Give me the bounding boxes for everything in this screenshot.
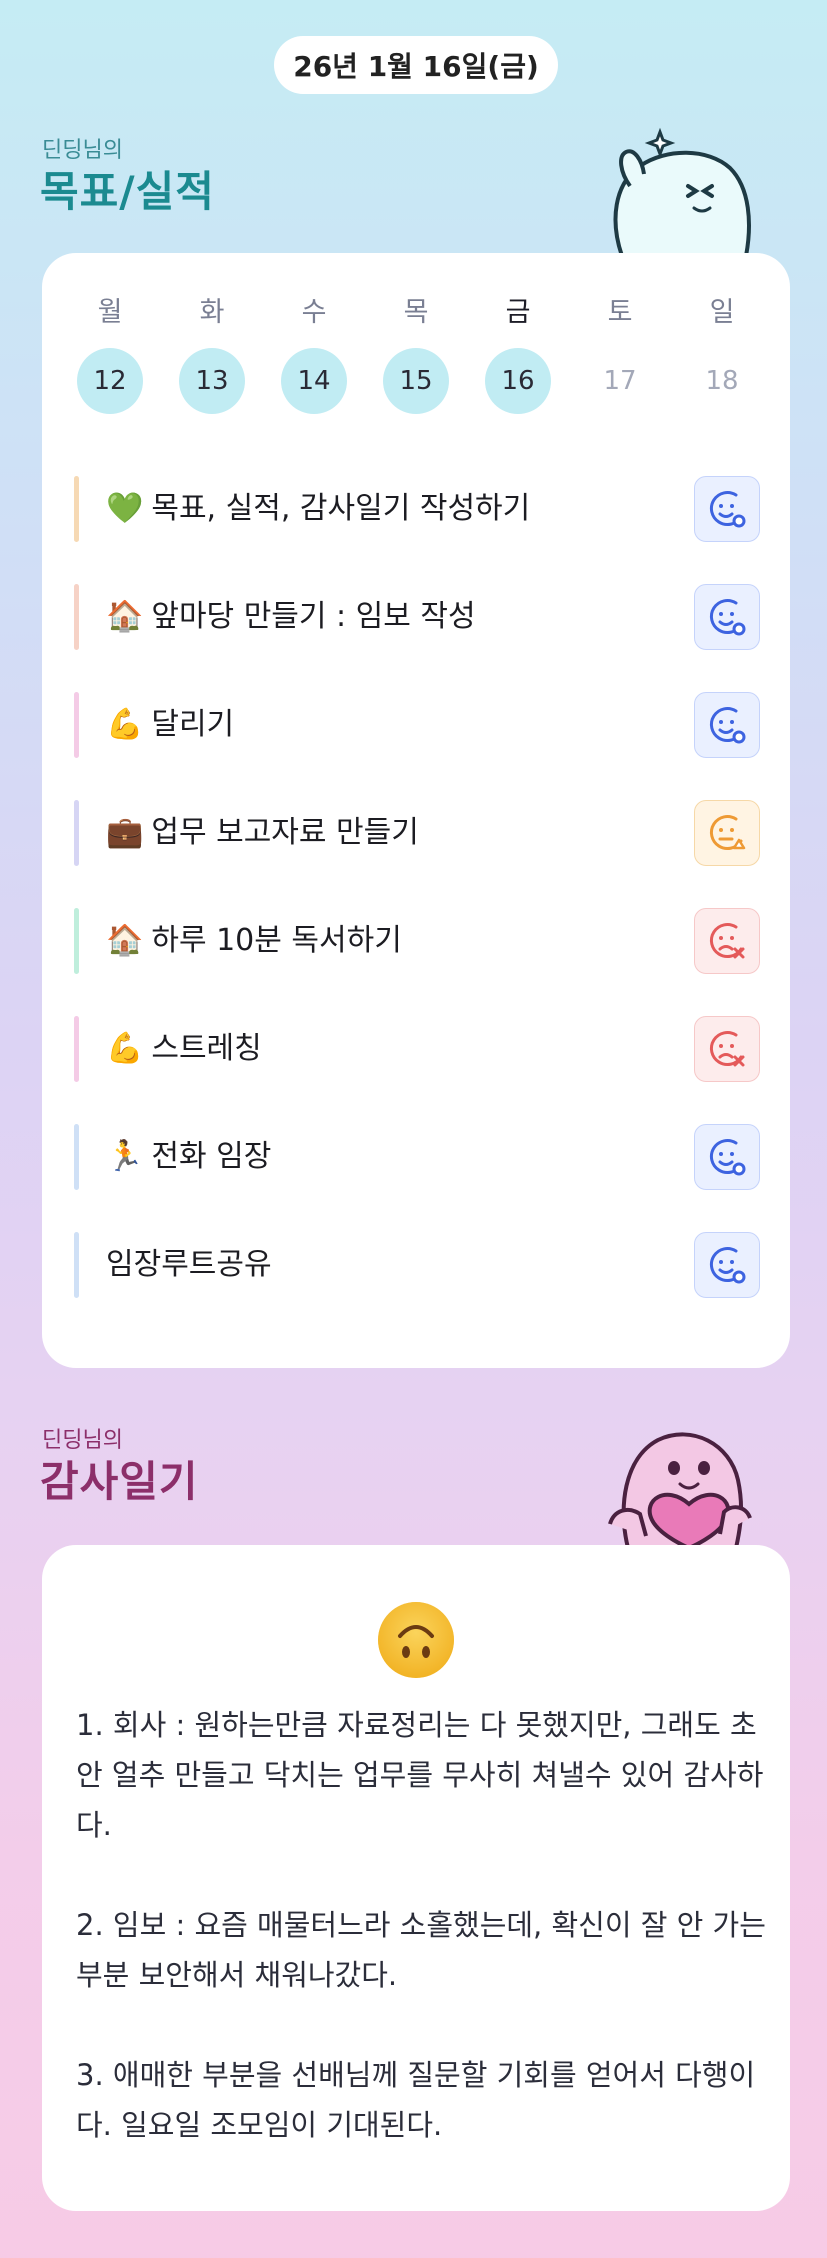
goal-status-button[interactable] xyxy=(694,908,760,974)
goal-emoji-icon: 🏠 xyxy=(106,923,144,958)
goal-color-bar xyxy=(74,800,79,866)
goal-label: 달리기 xyxy=(151,707,235,742)
day-label: 토 xyxy=(607,297,633,328)
day-number[interactable]: 15 xyxy=(383,348,449,414)
mint-mascot-illustration xyxy=(613,127,751,256)
goal-label: 앞마당 만들기 : 임보 작성 xyxy=(151,599,476,634)
day-sat[interactable]: 토 17 xyxy=(586,293,654,414)
date-pill[interactable]: 26년 1월 16일(금) xyxy=(274,36,558,94)
goal-emoji-icon: 💼 xyxy=(106,815,144,850)
goal-color-bar xyxy=(74,1016,79,1082)
day-number[interactable]: 14 xyxy=(281,348,347,414)
day-sun[interactable]: 일 18 xyxy=(688,293,756,414)
goal-color-bar xyxy=(74,1232,79,1298)
goal-emoji-icon: 💚 xyxy=(106,491,144,526)
day-fri[interactable]: 금 16 xyxy=(484,293,552,414)
smile-check-icon xyxy=(709,707,746,744)
sad-x-icon xyxy=(709,923,745,959)
goal-status-button[interactable] xyxy=(694,1016,760,1082)
goal-text-wrap: 💚 목표, 실적, 감사일기 작성하기 xyxy=(106,472,530,546)
day-number[interactable]: 16 xyxy=(485,348,551,414)
goal-text-wrap: 🏠 앞마당 만들기 : 임보 작성 xyxy=(106,580,476,654)
goal-row[interactable]: 🏠 하루 10분 독서하기 xyxy=(74,904,760,978)
sad-x-icon xyxy=(709,1031,745,1067)
date-label: 26년 1월 16일(금) xyxy=(293,50,539,83)
goal-row[interactable]: 🏠 앞마당 만들기 : 임보 작성 xyxy=(74,580,760,654)
goal-status-button[interactable] xyxy=(694,800,760,866)
goal-emoji-icon: 💪 xyxy=(106,707,144,742)
day-tue[interactable]: 화 13 xyxy=(178,293,246,414)
diary-paragraph-2: 2. 임보 : 요즘 매물터느라 소홀했는데, 확신이 잘 안 가는 부분 보안… xyxy=(76,1908,766,1992)
day-label: 금 xyxy=(505,297,531,328)
week-day-strip: 월 12 화 13 수 14 목 15 금 16 토 17 일 18 xyxy=(76,293,756,414)
upside-down-face-icon xyxy=(378,1602,454,1678)
goal-label: 임장루트공유 xyxy=(106,1247,272,1282)
smile-check-icon xyxy=(709,1247,746,1284)
smile-check-icon xyxy=(709,491,746,528)
goals-card: 월 12 화 13 수 14 목 15 금 16 토 17 일 18 💚 목표, … xyxy=(42,253,790,1368)
diary-title: 감사일기 xyxy=(40,1457,199,1506)
goal-row[interactable]: 임장루트공유 xyxy=(74,1228,760,1302)
goal-color-bar xyxy=(74,1124,79,1190)
day-label: 화 xyxy=(199,297,225,328)
diary-body: 1. 회사 : 원하는만큼 자료정리는 다 못했지만, 그래도 초안 얼추 만들… xyxy=(76,1700,766,2150)
goal-label: 하루 10분 독서하기 xyxy=(151,923,402,958)
day-thu[interactable]: 목 15 xyxy=(382,293,450,414)
diary-paragraph-1: 1. 회사 : 원하는만큼 자료정리는 다 못했지만, 그래도 초안 얼추 만들… xyxy=(76,1708,764,1842)
goal-row[interactable]: 💚 목표, 실적, 감사일기 작성하기 xyxy=(74,472,760,546)
goal-text-wrap: 💪 스트레칭 xyxy=(106,1012,262,1086)
goal-text-wrap: 💪 달리기 xyxy=(106,688,234,762)
goal-row[interactable]: 💪 스트레칭 xyxy=(74,1012,760,1086)
day-number[interactable]: 17 xyxy=(587,348,653,414)
goal-color-bar xyxy=(74,584,79,650)
day-wed[interactable]: 수 14 xyxy=(280,293,348,414)
day-number[interactable]: 13 xyxy=(179,348,245,414)
goal-emoji-icon: 🏃 xyxy=(106,1139,144,1174)
goal-text-wrap: 🏠 하루 10분 독서하기 xyxy=(106,904,402,978)
goal-emoji-icon: 🏠 xyxy=(106,599,144,634)
goal-label: 목표, 실적, 감사일기 작성하기 xyxy=(151,491,531,526)
goal-text-wrap: 🏃 전화 임장 xyxy=(106,1120,271,1194)
smile-check-icon xyxy=(709,599,746,636)
goal-row[interactable]: 💪 달리기 xyxy=(74,688,760,762)
goal-emoji-icon: 💪 xyxy=(106,1031,144,1066)
goal-row[interactable]: 💼 업무 보고자료 만들기 xyxy=(74,796,760,870)
diary-card: 1. 회사 : 원하는만큼 자료정리는 다 못했지만, 그래도 초안 얼추 만들… xyxy=(42,1545,790,2211)
goal-color-bar xyxy=(74,476,79,542)
goal-status-button[interactable] xyxy=(694,1124,760,1190)
day-label: 수 xyxy=(301,297,327,328)
neutral-triangle-icon xyxy=(709,815,746,851)
day-number[interactable]: 12 xyxy=(77,348,143,414)
day-mon[interactable]: 월 12 xyxy=(76,293,144,414)
goal-status-button[interactable] xyxy=(694,1232,760,1298)
goals-title: 목표/실적 xyxy=(40,167,215,216)
goal-label: 전화 임장 xyxy=(151,1139,272,1174)
day-number[interactable]: 18 xyxy=(689,348,755,414)
goal-color-bar xyxy=(74,908,79,974)
pink-mascot-heart-illustration xyxy=(608,1432,752,1548)
goal-status-button[interactable] xyxy=(694,692,760,758)
day-label: 월 xyxy=(97,297,123,328)
diary-paragraph-3: 3. 애매한 부분을 선배님께 질문할 기회를 얻어서 다행이다. 일요일 조모… xyxy=(76,2058,756,2142)
goal-label: 스트레칭 xyxy=(151,1031,262,1066)
day-label: 목 xyxy=(403,297,429,328)
goal-row[interactable]: 🏃 전화 임장 xyxy=(74,1120,760,1194)
day-label: 일 xyxy=(709,297,735,328)
goal-status-button[interactable] xyxy=(694,584,760,650)
goal-color-bar xyxy=(74,692,79,758)
smile-check-icon xyxy=(709,1139,746,1176)
goal-status-button[interactable] xyxy=(694,476,760,542)
goal-label: 업무 보고자료 만들기 xyxy=(151,815,419,850)
goal-text-wrap: 💼 업무 보고자료 만들기 xyxy=(106,796,419,870)
